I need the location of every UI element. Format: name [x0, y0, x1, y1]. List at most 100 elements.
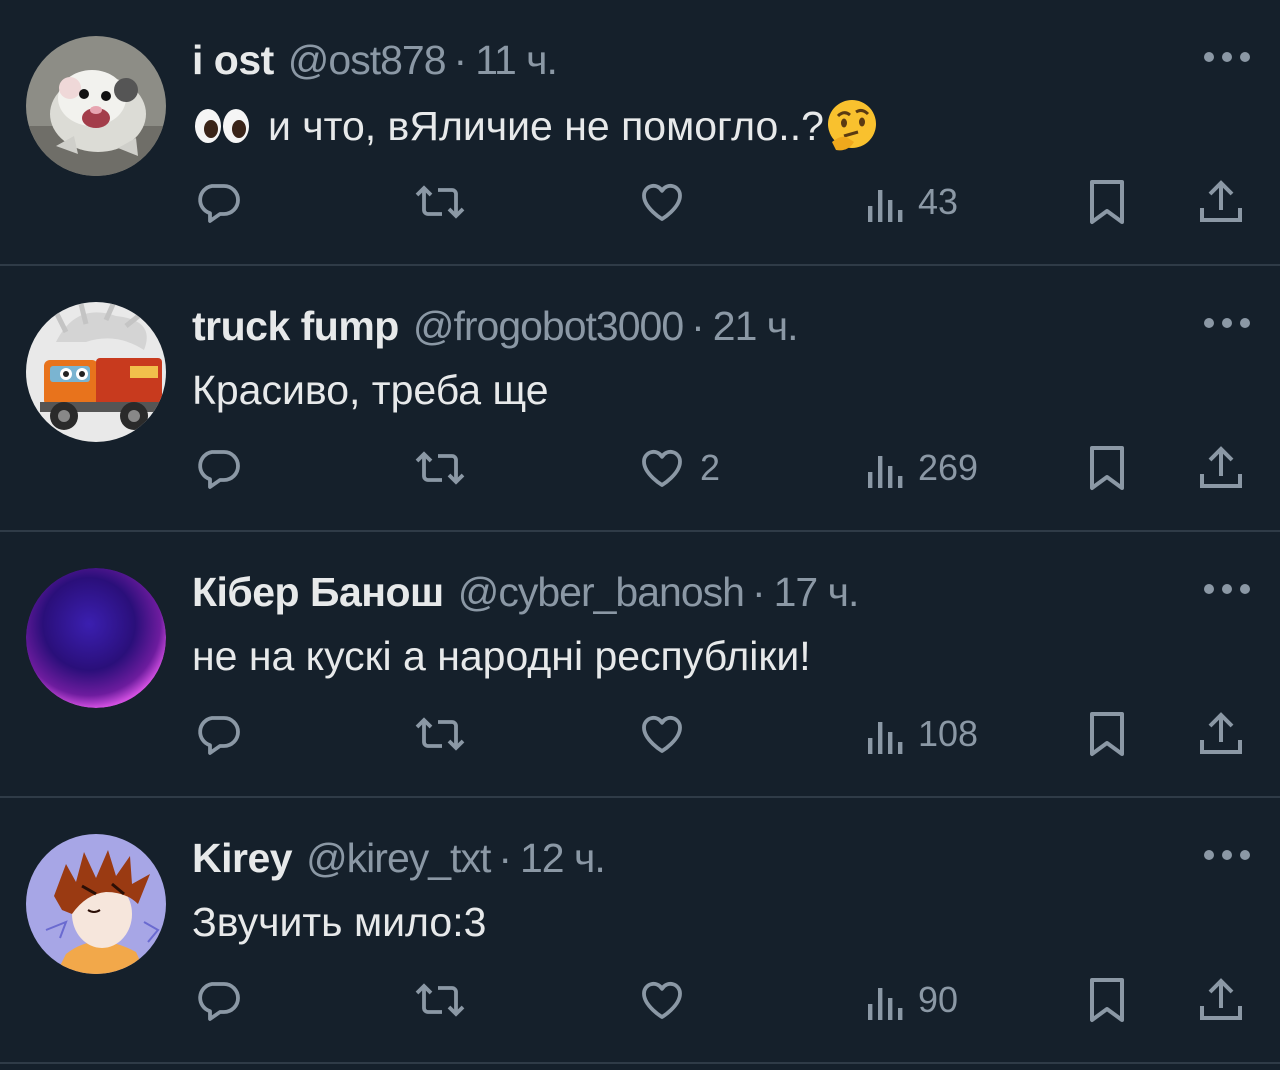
tweet[interactable]: Kirey @kirey_txt · 12 ч. Звучить мило:3: [0, 798, 1280, 1064]
display-name[interactable]: Кібер Банош: [192, 568, 444, 616]
bookmark-button[interactable]: [1086, 968, 1128, 1032]
username-handle[interactable]: @frogobot3000: [413, 302, 684, 350]
tweet-text: не на кускі а народні республіки!: [192, 633, 811, 679]
share-button[interactable]: [1198, 968, 1244, 1032]
bookmark-icon: [1090, 712, 1124, 756]
like-button[interactable]: 2: [638, 436, 720, 500]
view-count: 269: [918, 447, 979, 488]
bookmark-icon: [1090, 978, 1124, 1022]
purple-orb-avatar-image: [26, 568, 166, 708]
username-handle[interactable]: @ost878: [288, 36, 447, 84]
more-options-icon[interactable]: [1204, 574, 1250, 604]
reply-button[interactable]: [194, 968, 256, 1032]
separator-dot: ·: [453, 37, 468, 83]
retweet-button[interactable]: [414, 436, 480, 500]
heart-icon: [642, 449, 682, 487]
like-button[interactable]: [638, 170, 700, 234]
retweet-icon: [415, 451, 465, 485]
display-name[interactable]: i ost: [192, 36, 274, 84]
views-button[interactable]: 43: [864, 170, 958, 234]
username-handle[interactable]: @kirey_txt: [306, 834, 491, 882]
tweet-header: truck fump @frogobot3000 · 21 ч.: [192, 302, 799, 350]
reply-button[interactable]: [194, 170, 256, 234]
timestamp[interactable]: 12 ч.: [520, 834, 606, 882]
avatar[interactable]: [26, 834, 166, 974]
tweet-actions: 108: [0, 702, 1280, 766]
reply-icon: [198, 184, 240, 223]
analytics-icon: [868, 456, 903, 488]
separator-dot: ·: [691, 303, 705, 349]
timestamp[interactable]: 11 ч.: [475, 36, 558, 84]
analytics-icon: [868, 988, 903, 1020]
tweet[interactable]: truck fump @frogobot3000 · 21 ч. Красиво…: [0, 266, 1280, 532]
retweet-button[interactable]: [414, 702, 480, 766]
reply-icon: [198, 450, 240, 489]
tweet-actions: 2 269: [0, 436, 1280, 500]
share-button[interactable]: [1198, 436, 1244, 500]
retweet-button[interactable]: [414, 968, 480, 1032]
separator-dot: ·: [498, 835, 512, 881]
views-button[interactable]: 90: [864, 968, 958, 1032]
view-count: 108: [918, 713, 979, 754]
reply-feed: i ost @ost878 · 11 ч. и что, вЯличие не …: [0, 0, 1280, 1070]
retweet-icon: [415, 717, 465, 751]
tweet-text: Красиво, треба ще: [192, 367, 549, 413]
more-options-icon[interactable]: [1204, 42, 1250, 72]
analytics-icon: [868, 190, 903, 222]
retweet-icon: [415, 185, 465, 219]
tweet-header: i ost @ost878 · 11 ч.: [192, 36, 558, 84]
separator-dot: ·: [751, 569, 766, 615]
cartoon-truck-avatar-image: [26, 302, 166, 442]
share-icon: [1200, 446, 1242, 488]
timestamp[interactable]: 21 ч.: [713, 302, 799, 350]
analytics-icon: [868, 722, 903, 754]
display-name[interactable]: truck fump: [192, 302, 399, 350]
heart-icon: [642, 183, 682, 221]
reply-button[interactable]: [194, 436, 256, 500]
more-options-icon[interactable]: [1204, 308, 1250, 338]
avatar[interactable]: [26, 568, 166, 708]
bookmark-button[interactable]: [1086, 170, 1128, 234]
more-options-icon[interactable]: [1204, 840, 1250, 870]
views-button[interactable]: 269: [864, 436, 978, 500]
avatar[interactable]: [26, 302, 166, 442]
share-icon: [1200, 978, 1242, 1020]
avatar[interactable]: [26, 36, 166, 176]
tweet-text: Звучить мило:3: [192, 899, 487, 945]
reply-icon: [198, 716, 240, 755]
bookmark-icon: [1090, 180, 1124, 224]
thinking-face-emoji-icon: [824, 98, 880, 154]
tweet-actions: 90: [0, 968, 1280, 1032]
retweet-icon: [415, 983, 465, 1017]
share-button[interactable]: [1198, 702, 1244, 766]
tweet-text-row: Звучить мило:3: [192, 896, 486, 948]
reply-button[interactable]: [194, 702, 256, 766]
reply-icon: [198, 982, 240, 1021]
like-count: 2: [700, 447, 721, 488]
tweet-text: и что, вЯличие не помогло..?: [268, 103, 824, 149]
share-icon: [1200, 180, 1242, 222]
drawn-character-avatar-image: [26, 834, 166, 974]
tweet-text-row: не на кускі а народні республіки!: [192, 630, 811, 682]
like-button[interactable]: [638, 968, 700, 1032]
like-button[interactable]: [638, 702, 700, 766]
opossum-avatar-image: [26, 36, 166, 176]
tweet-text-row: Красиво, треба ще: [192, 364, 549, 416]
tweet-header: Kirey @kirey_txt · 12 ч.: [192, 834, 606, 882]
username-handle[interactable]: @cyber_banosh: [458, 568, 745, 616]
share-icon: [1200, 712, 1242, 754]
tweet[interactable]: i ost @ost878 · 11 ч. и что, вЯличие не …: [0, 0, 1280, 266]
bookmark-button[interactable]: [1086, 702, 1128, 766]
retweet-button[interactable]: [414, 170, 480, 234]
display-name[interactable]: Kirey: [192, 834, 293, 882]
timestamp[interactable]: 17 ч.: [774, 568, 860, 616]
share-button[interactable]: [1198, 170, 1244, 234]
view-count: 43: [918, 181, 959, 222]
tweet-actions: 43: [0, 170, 1280, 234]
heart-icon: [642, 715, 682, 753]
tweet[interactable]: Кібер Банош @cyber_banosh · 17 ч. не на …: [0, 532, 1280, 798]
views-button[interactable]: 108: [864, 702, 978, 766]
heart-icon: [642, 981, 682, 1019]
view-count: 90: [918, 979, 959, 1020]
bookmark-button[interactable]: [1086, 436, 1128, 500]
